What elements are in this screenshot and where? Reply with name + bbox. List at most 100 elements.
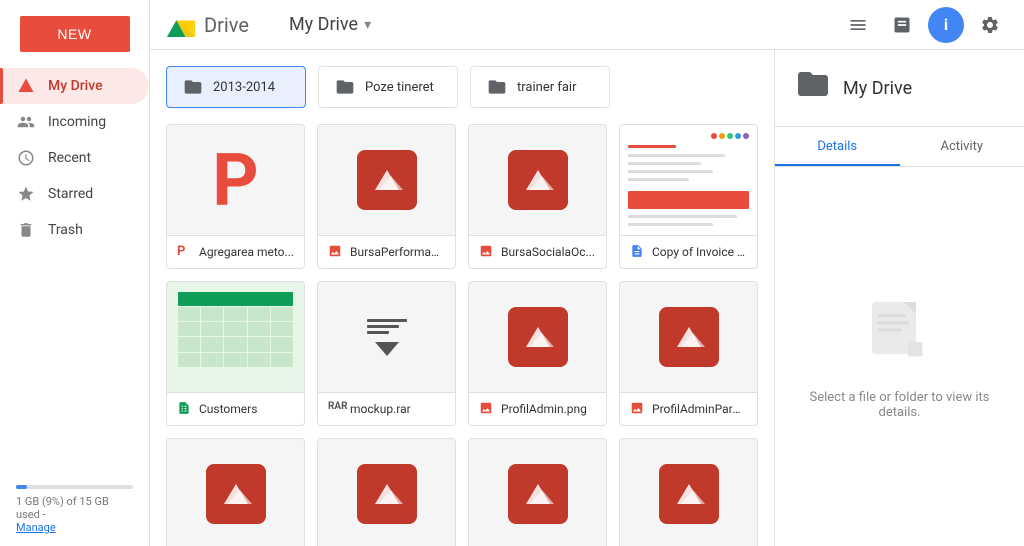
file-card-profil-admin-para[interactable]: ProfilAdminPara... (619, 281, 758, 426)
app-logo: Drive (166, 10, 249, 40)
image-file-icon (479, 401, 495, 417)
file-card-profil-manager2[interactable]: ProfilManager2... (317, 438, 456, 546)
p-logo-thumb: P (212, 138, 258, 223)
file-info: BursaPerforman... (318, 235, 455, 268)
clock-icon (16, 148, 36, 168)
docs-file-icon (630, 244, 646, 260)
sidebar-item-recent[interactable]: Recent (0, 140, 149, 176)
settings-button[interactable] (972, 7, 1008, 43)
right-panel: My Drive Details Activity Select a file … (774, 50, 1024, 546)
file-card-bursa-perf[interactable]: BursaPerforman... (317, 124, 456, 269)
invoice-line (628, 215, 737, 218)
red-image-thumb (206, 464, 266, 524)
sp-cell (248, 307, 270, 321)
invoice-line (628, 154, 725, 157)
folder-name-2013: 2013-2014 (213, 80, 275, 95)
sort-button[interactable] (884, 7, 920, 43)
manage-link[interactable]: Manage (16, 521, 56, 534)
info-button[interactable]: i (928, 7, 964, 43)
file-card-customers[interactable]: Customers (166, 281, 305, 426)
colored-dots (628, 133, 749, 139)
image-file-icon (479, 244, 495, 260)
mountain-icon (673, 480, 705, 508)
info-icon: i (944, 15, 948, 34)
file-grid: 2013-2014 Poze tineret trainer fair (150, 50, 774, 546)
files-grid: P P Agregarea meto... (166, 124, 758, 546)
sidebar: NEW My Drive Incoming Recent Starred (0, 0, 150, 546)
tab-activity[interactable]: Activity (900, 127, 1024, 166)
rar-file-icon: RAR (328, 401, 344, 417)
sp-cell (224, 322, 246, 336)
sp-cell (178, 337, 200, 351)
file-name-mockup: mockup.rar (350, 402, 411, 416)
panel-title: My Drive (843, 78, 912, 99)
file-thumbnail (167, 439, 304, 546)
tab-details[interactable]: Details (775, 127, 900, 166)
file-card-copy-invoice[interactable]: Copy of Invoice -... (619, 124, 758, 269)
storage-bar-fill (16, 485, 27, 489)
rar-arrow (375, 342, 399, 356)
app-name: Drive (204, 13, 249, 37)
trash-icon (16, 220, 36, 240)
sheets-file-icon (177, 401, 193, 417)
file-name-bursa-perf: BursaPerforman... (350, 245, 445, 259)
sp-cell (178, 353, 200, 367)
dot-green (727, 133, 733, 139)
file-thumbnail (620, 125, 757, 235)
red-image-thumb (357, 464, 417, 524)
sp-cell (178, 307, 200, 321)
sp-cell (224, 353, 246, 367)
folder-item-2013[interactable]: 2013-2014 (166, 66, 306, 108)
file-thumbnail (167, 282, 304, 392)
red-image-thumb (659, 464, 719, 524)
mountain-icon (522, 166, 554, 194)
folder-icon (487, 77, 507, 97)
invoice-line (628, 178, 689, 181)
breadcrumb[interactable]: My Drive ▾ (289, 14, 371, 35)
sp-cell (224, 337, 246, 351)
new-button[interactable]: NEW (20, 16, 130, 52)
content-area: 2013-2014 Poze tineret trainer fair (150, 50, 1024, 546)
sidebar-item-trash[interactable]: Trash (0, 212, 149, 248)
rar-line (367, 325, 399, 328)
panel-header: My Drive (775, 50, 1024, 127)
red-image-thumb (357, 150, 417, 210)
file-thumbnail (469, 439, 606, 546)
file-card-profil-manager[interactable]: ProfilManager.p... (166, 438, 305, 546)
folder-item-poze[interactable]: Poze tineret (318, 66, 458, 108)
app-header: Drive My Drive ▾ i (150, 0, 1024, 50)
sidebar-item-label-incoming: Incoming (48, 114, 106, 130)
sidebar-item-incoming[interactable]: Incoming (0, 104, 149, 140)
image-file-icon (328, 244, 344, 260)
sp-cell (248, 337, 270, 351)
file-info: Customers (167, 392, 304, 425)
sp-cell (201, 307, 223, 321)
file-card-profil-admin[interactable]: ProfilAdmin.png (468, 281, 607, 426)
file-card-profil-student[interactable]: ProfilStudent.pn... (468, 438, 607, 546)
file-card-profil-student2[interactable]: ProfilStudent.pn... (619, 438, 758, 546)
sidebar-nav: My Drive Incoming Recent Starred Trash (0, 68, 149, 248)
rar-thumb (367, 319, 407, 356)
file-info: RAR mockup.rar (318, 392, 455, 425)
list-view-button[interactable] (840, 7, 876, 43)
file-card-agregarea[interactable]: P P Agregarea meto... (166, 124, 305, 269)
file-thumbnail (318, 125, 455, 235)
sidebar-item-starred[interactable]: Starred (0, 176, 149, 212)
sidebar-item-label-trash: Trash (48, 222, 83, 238)
sidebar-item-my-drive[interactable]: My Drive (0, 68, 149, 104)
dot-purple (743, 133, 749, 139)
mountain-icon (220, 480, 252, 508)
panel-placeholder-icon (860, 294, 940, 374)
file-card-bursa-soc[interactable]: BursaSocialaOc... (468, 124, 607, 269)
invoice-line (628, 145, 676, 148)
sidebar-item-label-my-drive: My Drive (48, 78, 103, 94)
red-image-thumb (508, 464, 568, 524)
file-thumbnail: P (167, 125, 304, 235)
star-icon (16, 184, 36, 204)
file-card-mockup[interactable]: RAR mockup.rar (317, 281, 456, 426)
sidebar-item-label-starred: Starred (48, 186, 93, 202)
sp-cell (201, 322, 223, 336)
p-icon: P (177, 244, 193, 260)
dot-blue (735, 133, 741, 139)
folder-item-trainer[interactable]: trainer fair (470, 66, 610, 108)
